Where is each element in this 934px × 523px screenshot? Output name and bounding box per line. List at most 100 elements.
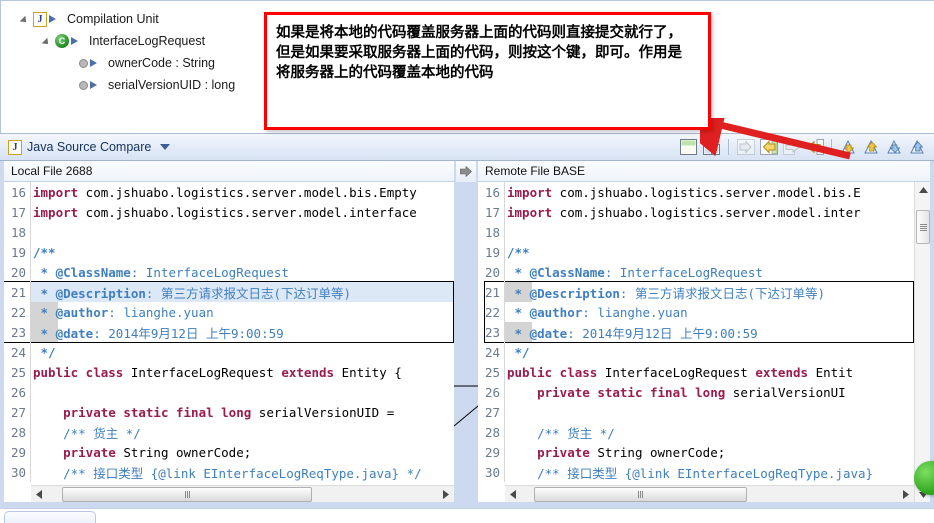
local-code-area[interactable]: 16 import com.jshuabo.logistics.server.mo… bbox=[4, 182, 454, 502]
code-line[interactable]: 18 bbox=[478, 222, 930, 242]
code-line-text: import com.jshuabo.logistics.server.mode… bbox=[505, 185, 861, 200]
code-line[interactable]: 18 bbox=[4, 222, 454, 242]
code-token: */ bbox=[507, 344, 530, 360]
tree-item-3[interactable]: serialVersionUID : long bbox=[63, 75, 235, 95]
code-line-text: /** bbox=[505, 245, 530, 260]
annotation-line-1: 如果是将本地的代码覆盖服务器上面的代码则直接提交就行了， bbox=[276, 25, 682, 41]
code-line[interactable]: 28 /** 货主 */ bbox=[4, 422, 454, 442]
vscroll-up-arrow-icon[interactable] bbox=[915, 182, 930, 198]
code-line[interactable]: 19 /** bbox=[4, 242, 454, 262]
view-menu-caret-icon[interactable] bbox=[160, 144, 171, 150]
code-token: @date bbox=[55, 325, 94, 341]
code-line[interactable]: 27 bbox=[478, 402, 930, 422]
line-number: 28 bbox=[484, 424, 500, 440]
java-file-icon: J bbox=[33, 11, 59, 27]
hscroll-thumb[interactable] bbox=[62, 486, 312, 502]
hscroll-track[interactable] bbox=[48, 486, 437, 502]
grip-icon bbox=[919, 223, 927, 232]
code-line[interactable]: 24 */ bbox=[4, 342, 454, 362]
tree-item-2[interactable]: ownerCode : String bbox=[63, 53, 215, 73]
switch-left-right-icon[interactable] bbox=[701, 137, 722, 157]
two-way-layout-icon[interactable] bbox=[678, 137, 699, 157]
code-line[interactable]: 22 * @author: lianghe.yuan bbox=[478, 302, 930, 322]
code-token: * bbox=[33, 264, 56, 280]
tree-item-1[interactable]: C InterfaceLogRequest bbox=[41, 31, 205, 51]
local-hscrollbar[interactable] bbox=[31, 485, 454, 502]
pane-sync-toggle[interactable] bbox=[456, 161, 476, 182]
code-line[interactable]: 25 public class InterfaceLogRequest exten… bbox=[478, 362, 930, 382]
hscroll-left-arrow-icon[interactable] bbox=[31, 487, 48, 502]
next-change-icon[interactable] bbox=[884, 137, 905, 157]
code-line[interactable]: 23 * @date: 2014年9月12日 上午9:00:59 bbox=[478, 322, 930, 342]
code-line[interactable]: 25 public class InterfaceLogRequest exten… bbox=[4, 362, 454, 382]
code-line[interactable]: 22 * @author: lianghe.yuan bbox=[4, 302, 454, 322]
tree-item-0[interactable]: J Compilation Unit bbox=[19, 9, 159, 29]
code-line-text: import com.jshuabo.logistics.server.mode… bbox=[505, 205, 861, 220]
hscroll-right-arrow-icon[interactable] bbox=[437, 487, 454, 502]
code-token: * bbox=[507, 304, 530, 320]
line-number: 29 bbox=[10, 444, 26, 460]
bottom-view-tab[interactable] bbox=[4, 511, 96, 523]
java-field-icon bbox=[77, 79, 100, 91]
tree-item-label: serialVersionUID : long bbox=[108, 78, 236, 92]
code-line-text: /** 货主 */ bbox=[31, 423, 141, 442]
code-line[interactable]: 27 private static final long serialVersi… bbox=[4, 402, 454, 422]
code-line[interactable]: 26 private static final long serialVersi… bbox=[478, 382, 930, 402]
code-line[interactable]: 23 * @date: 2014年9月12日 上午9:00:59 bbox=[4, 322, 454, 342]
code-token: /** bbox=[33, 244, 56, 260]
code-token: private bbox=[63, 444, 116, 460]
hscroll-thumb[interactable] bbox=[534, 486, 747, 502]
code-token: * bbox=[507, 325, 530, 341]
copy-current-left-icon[interactable] bbox=[804, 137, 825, 157]
tree-item-label: Compilation Unit bbox=[67, 12, 159, 26]
code-line[interactable]: 30 /** 接口类型 {@link EInterfaceLogReqType.… bbox=[4, 462, 454, 482]
code-line[interactable]: 16 import com.jshuabo.logistics.server.mo… bbox=[4, 182, 454, 202]
code-token: * bbox=[33, 304, 56, 320]
remote-hscrollbar[interactable] bbox=[505, 485, 914, 502]
line-number: 21 bbox=[484, 284, 500, 300]
code-line[interactable]: 26 bbox=[4, 382, 454, 402]
hscroll-left-arrow-icon[interactable] bbox=[505, 487, 522, 502]
hscroll-track[interactable] bbox=[522, 486, 897, 502]
code-token: public class bbox=[33, 364, 124, 380]
code-token: InterfaceLogRequest bbox=[597, 364, 756, 380]
vscroll-thumb[interactable] bbox=[916, 210, 930, 244]
remote-vscrollbar[interactable] bbox=[914, 182, 930, 502]
previous-change-icon[interactable] bbox=[907, 137, 928, 157]
code-line[interactable]: 29 private String ownerCode; bbox=[478, 442, 930, 462]
code-line[interactable]: 19 /** bbox=[478, 242, 930, 262]
annotation-callout: 如果是将本地的代码覆盖服务器上面的代码则直接提交就行了， 但是如果要采取服务器上… bbox=[264, 12, 711, 130]
code-token: InterfaceLogRequest bbox=[123, 364, 282, 380]
hscroll-right-arrow-icon[interactable] bbox=[897, 487, 914, 502]
compare-view-title: Java Source Compare bbox=[27, 140, 152, 154]
next-difference-icon[interactable] bbox=[838, 137, 859, 157]
remote-code-area[interactable]: 16 import com.jshuabo.logistics.server.mo… bbox=[478, 182, 930, 502]
expand-arrow-icon[interactable] bbox=[41, 34, 55, 48]
copy-all-right-icon[interactable] bbox=[735, 137, 756, 157]
code-line[interactable]: 30 /** 接口类型 {@link EInterfaceLogReqType.… bbox=[478, 462, 930, 482]
copy-current-right-icon[interactable] bbox=[781, 137, 802, 157]
line-number: 23 bbox=[484, 324, 500, 340]
code-line[interactable]: 17 import com.jshuabo.logistics.server.mo… bbox=[4, 202, 454, 222]
code-line[interactable]: 21 * @Description: 第三方请求报文日志(下达订单等) bbox=[478, 282, 930, 302]
code-line-text: */ bbox=[31, 345, 56, 360]
code-line[interactable]: 28 /** 货主 */ bbox=[478, 422, 930, 442]
code-token: : 第三方请求报文日志(下达订单等) bbox=[619, 285, 825, 301]
code-token: /** 接口类型 {@link EInterfaceLogReqType.jav… bbox=[33, 465, 422, 481]
code-line-text: public class InterfaceLogRequest extends… bbox=[505, 365, 853, 380]
code-line[interactable]: 16 import com.jshuabo.logistics.server.mo… bbox=[478, 182, 930, 202]
code-line[interactable]: 17 import com.jshuabo.logistics.server.mo… bbox=[478, 202, 930, 222]
toolbar-separator bbox=[831, 139, 832, 155]
code-line[interactable]: 24 */ bbox=[478, 342, 930, 362]
copy-all-left-icon[interactable] bbox=[758, 137, 779, 157]
code-line[interactable]: 29 private String ownerCode; bbox=[4, 442, 454, 462]
expand-arrow-icon[interactable] bbox=[19, 12, 33, 26]
code-line[interactable]: 20 * @ClassName: InterfaceLogRequest bbox=[478, 262, 930, 282]
code-line[interactable]: 21 * @Description: 第三方请求报文日志(下达订单等) bbox=[4, 282, 454, 302]
code-token: private static final long bbox=[537, 384, 726, 400]
code-line[interactable]: 20 * @ClassName: InterfaceLogRequest bbox=[4, 262, 454, 282]
compare-title-group[interactable]: J Java Source Compare bbox=[0, 139, 171, 155]
line-number: 30 bbox=[484, 464, 500, 480]
previous-difference-icon[interactable] bbox=[861, 137, 882, 157]
